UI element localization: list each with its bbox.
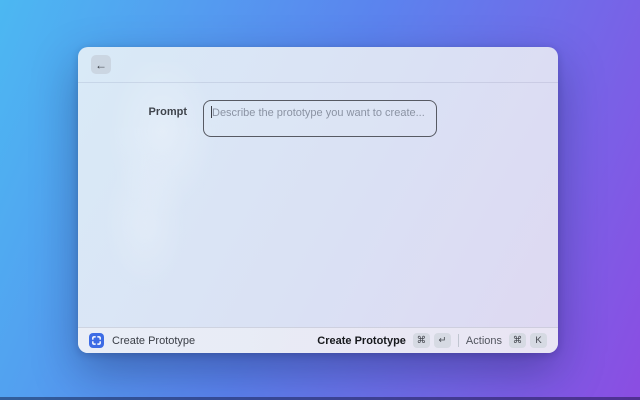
footer-divider	[457, 334, 459, 347]
create-prototype-window: ← Prompt Create Prototype	[78, 47, 558, 353]
footer-actions-area: Create Prototype ⌘ ↵ Actions ⌘ K	[317, 333, 547, 348]
k-key-icon: K	[530, 333, 547, 348]
create-prototype-action-label: Create Prototype	[317, 334, 406, 347]
footer-command-name: Create Prototype	[112, 334, 196, 347]
prompt-input[interactable]	[203, 100, 437, 137]
prompt-label: Prompt	[148, 106, 188, 118]
window-footer: Create Prototype Create Prototype ⌘ ↵ Ac…	[78, 327, 558, 353]
command-key-icon: ⌘	[412, 333, 430, 348]
return-key-icon: ↵	[433, 333, 451, 348]
footer-command-identity: Create Prototype	[89, 333, 195, 348]
actions-menu-label: Actions	[465, 334, 502, 347]
desktop-wallpaper: ← Prompt Create Prototype	[0, 0, 640, 400]
arrow-left-icon: ←	[95, 57, 107, 72]
actions-menu-button[interactable]: Actions ⌘ K	[466, 333, 547, 348]
command-key-icon: ⌘	[509, 333, 526, 348]
viewfinder-icon	[89, 333, 104, 348]
window-watermark	[86, 62, 256, 292]
back-button[interactable]: ←	[91, 55, 111, 74]
window-header: ←	[78, 47, 558, 83]
create-prototype-action[interactable]: Create Prototype ⌘ ↵	[317, 333, 451, 348]
